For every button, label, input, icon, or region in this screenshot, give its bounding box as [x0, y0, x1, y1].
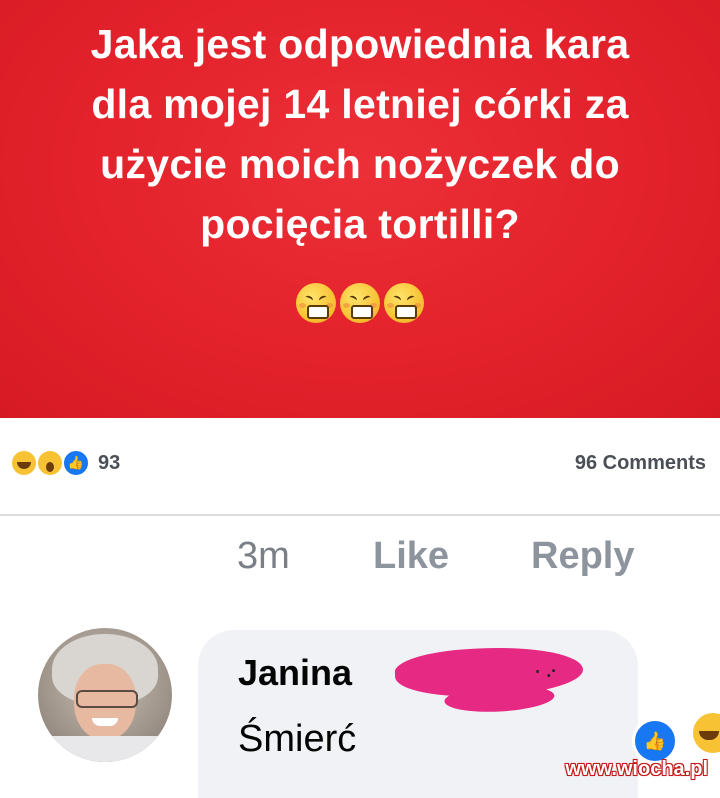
comments-count-link[interactable]: 96 Comments — [575, 452, 706, 475]
comment-timestamp: 3m — [237, 535, 290, 577]
grimacing-face-icon — [384, 283, 424, 323]
comment-author[interactable]: Janina — [238, 652, 352, 694]
wow-icon — [36, 449, 64, 477]
like-icon: 👍 — [62, 449, 90, 477]
comment-actions: 3m Like Reply — [0, 528, 720, 588]
avatar[interactable] — [38, 628, 172, 762]
reaction-summary[interactable]: 👍 93 — [10, 449, 120, 477]
reaction-count: 93 — [98, 451, 121, 474]
divider — [0, 514, 720, 516]
grimacing-face-icon — [296, 283, 336, 323]
haha-icon — [690, 710, 720, 756]
like-button[interactable]: Like — [373, 528, 449, 584]
watermark: www.wiocha.pl — [565, 758, 708, 780]
emoji-row — [0, 283, 720, 323]
post-card: Jaka jest odpowiednia kara dla mojej 14 … — [0, 0, 720, 418]
grimacing-face-icon — [340, 283, 380, 323]
haha-icon — [10, 449, 38, 477]
comment-text: Śmierć — [238, 718, 357, 760]
reply-button[interactable]: Reply — [531, 528, 634, 584]
post-text: Jaka jest odpowiednia kara dla mojej 14 … — [90, 21, 630, 247]
